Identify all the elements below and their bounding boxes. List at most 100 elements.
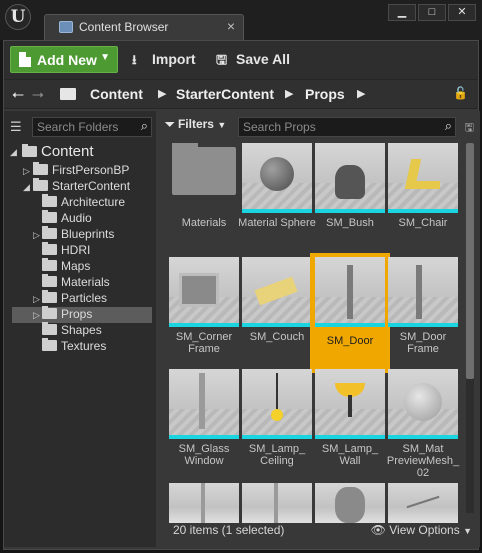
- breadcrumb-startercontent[interactable]: StarterContent: [176, 86, 274, 102]
- asset-tile-materials[interactable]: Materials: [169, 143, 239, 253]
- asset-tile-sm-glass-window[interactable]: SM_Glass Window: [169, 369, 239, 479]
- path-folder-icon: [60, 88, 76, 100]
- tab-close-icon[interactable]: ×: [227, 18, 235, 34]
- save-icon: 🖫: [216, 52, 228, 67]
- asset-tile-sm-corner-frame[interactable]: SM_Corner Frame: [169, 257, 239, 367]
- asset-label: SM_Door: [326, 335, 374, 347]
- minimize-button[interactable]: ▁: [388, 4, 416, 21]
- search-props-input[interactable]: Search Props ⌕: [238, 117, 456, 137]
- import-icon: ⭳: [132, 52, 137, 67]
- collapsed-arrow-icon[interactable]: ▷: [33, 230, 40, 241]
- expanded-arrow-icon[interactable]: ◢: [23, 182, 30, 193]
- scrollbar-thumb[interactable]: [466, 143, 474, 379]
- search-folders-input[interactable]: Search Folders ⌕: [32, 117, 152, 137]
- asset-thumbnail: [315, 257, 385, 327]
- asset-preview: [274, 483, 278, 523]
- asset-thumbnail[interactable]: [315, 483, 385, 523]
- breadcrumb-content[interactable]: Content: [90, 86, 143, 102]
- asset-thumbnail: [242, 369, 312, 439]
- collapsed-arrow-icon[interactable]: ▷: [33, 294, 40, 305]
- asset-type-bar: [388, 323, 458, 327]
- asset-thumbnail[interactable]: [388, 483, 458, 523]
- asset-tile-sm-bush[interactable]: SM_Bush: [315, 143, 385, 253]
- asset-tile-sm-mat-previewmesh-02[interactable]: SM_Mat PreviewMesh_ 02: [387, 369, 459, 479]
- breadcrumb-separator-icon[interactable]: ▶: [285, 87, 293, 100]
- tree-item-firstpersonbp[interactable]: ▷ FirstPersonBP: [4, 162, 156, 179]
- tab-content-browser[interactable]: Content Browser ×: [44, 14, 244, 40]
- asset-label: SM_Door Frame: [399, 331, 447, 355]
- asset-tile-sm-couch[interactable]: SM_Couch: [242, 257, 312, 367]
- asset-type-bar: [388, 209, 458, 213]
- toolbar: Add New ▼ ⭳ Import 🖫 Save All: [4, 41, 478, 79]
- tree-item-particles[interactable]: ▷ Particles: [4, 290, 156, 307]
- tree-item-architecture[interactable]: Architecture: [4, 194, 156, 211]
- close-window-button[interactable]: ✕: [448, 4, 476, 21]
- bush-preview: [335, 165, 365, 199]
- collapsed-arrow-icon[interactable]: ▷: [33, 310, 40, 321]
- breadcrumb-separator-icon[interactable]: ▶: [158, 87, 166, 100]
- tree-item-startercontent[interactable]: ◢ StarterContent: [4, 178, 156, 195]
- lock-icon[interactable]: 🔓: [453, 86, 468, 100]
- save-all-label: Save All: [236, 51, 290, 67]
- folder-icon: [33, 162, 48, 175]
- add-new-label: Add New: [37, 52, 97, 68]
- asset-thumbnail[interactable]: [169, 483, 239, 523]
- back-arrow-icon[interactable]: ⭠: [12, 86, 24, 103]
- tree-item-materials[interactable]: Materials: [4, 274, 156, 291]
- breadcrumb-props[interactable]: Props: [305, 86, 345, 102]
- asset-type-bar: [242, 435, 312, 439]
- tree-item-label: Particles: [61, 291, 108, 305]
- tree-item-props[interactable]: ▷ Props: [12, 306, 152, 323]
- view-options-label: View Options: [389, 523, 460, 537]
- eye-icon: 👁: [370, 523, 386, 537]
- asset-tile-sm-lamp-ceiling[interactable]: SM_Lamp_ Ceiling: [242, 369, 312, 479]
- tree-item-hdri[interactable]: HDRI: [4, 242, 156, 259]
- sphere-preview: [260, 157, 294, 191]
- asset-type-bar: [388, 435, 458, 439]
- new-file-icon: [19, 52, 31, 67]
- folder-icon: [172, 143, 236, 195]
- save-all-button[interactable]: 🖫 Save All: [216, 51, 290, 73]
- preview-mesh-preview: [404, 383, 442, 421]
- asset-tile-material-sphere[interactable]: Material Sphere: [238, 143, 316, 253]
- tree-item-blueprints[interactable]: ▷ Blueprints: [4, 226, 156, 243]
- breadcrumb-separator-icon[interactable]: ▶: [357, 87, 365, 100]
- add-new-button[interactable]: Add New ▼: [10, 46, 118, 73]
- search-icon: ⌕: [444, 118, 452, 133]
- tree-item-content[interactable]: ◢ Content: [4, 143, 156, 160]
- asset-grid-panel: ⏷ Filters ▼ Search Props ⌕ 🖫 Materials M…: [159, 111, 480, 547]
- asset-tile-sm-door[interactable]: SM_Door: [310, 253, 390, 373]
- folder-icon: [42, 226, 57, 239]
- asset-thumbnail: [242, 143, 312, 213]
- tree-item-shapes[interactable]: Shapes: [4, 322, 156, 339]
- asset-tile-sm-chair[interactable]: SM_Chair: [388, 143, 458, 253]
- asset-type-bar: [315, 209, 385, 213]
- tree-item-textures[interactable]: Textures: [4, 338, 156, 355]
- filters-button[interactable]: ⏷ Filters ▼: [165, 117, 226, 132]
- tree-item-label: Audio: [61, 211, 92, 225]
- asset-type-bar: [169, 323, 239, 327]
- asset-tile-sm-door-frame[interactable]: SM_Door Frame: [388, 257, 458, 367]
- folder-icon: [42, 290, 57, 303]
- asset-label: Material Sphere: [238, 217, 316, 229]
- asset-thumbnail: [242, 257, 312, 327]
- folder-icon: [42, 210, 57, 223]
- tree-item-label: HDRI: [61, 243, 91, 257]
- forward-arrow-icon[interactable]: ⭢: [32, 86, 44, 103]
- save-search-icon[interactable]: 🖫: [465, 119, 474, 138]
- expanded-arrow-icon[interactable]: ◢: [10, 147, 17, 158]
- collapsed-arrow-icon[interactable]: ▷: [23, 166, 30, 177]
- view-options-button[interactable]: 👁 View Options ▼: [371, 523, 472, 537]
- maximize-button[interactable]: □: [418, 4, 446, 21]
- folder-icon: [33, 178, 48, 191]
- asset-tile-sm-lamp-wall[interactable]: SM_Lamp_ Wall: [315, 369, 385, 479]
- tree-item-label: Content: [41, 143, 94, 160]
- import-button[interactable]: ⭳ Import: [132, 51, 196, 73]
- tree-item-audio[interactable]: Audio: [4, 210, 156, 227]
- tree-item-maps[interactable]: Maps: [4, 258, 156, 275]
- frame-preview: [179, 273, 219, 307]
- asset-thumbnail: [169, 257, 239, 327]
- asset-thumbnail[interactable]: [242, 483, 312, 523]
- tree-item-label: Blueprints: [61, 227, 115, 241]
- tree-menu-icon[interactable]: ☰: [10, 119, 22, 135]
